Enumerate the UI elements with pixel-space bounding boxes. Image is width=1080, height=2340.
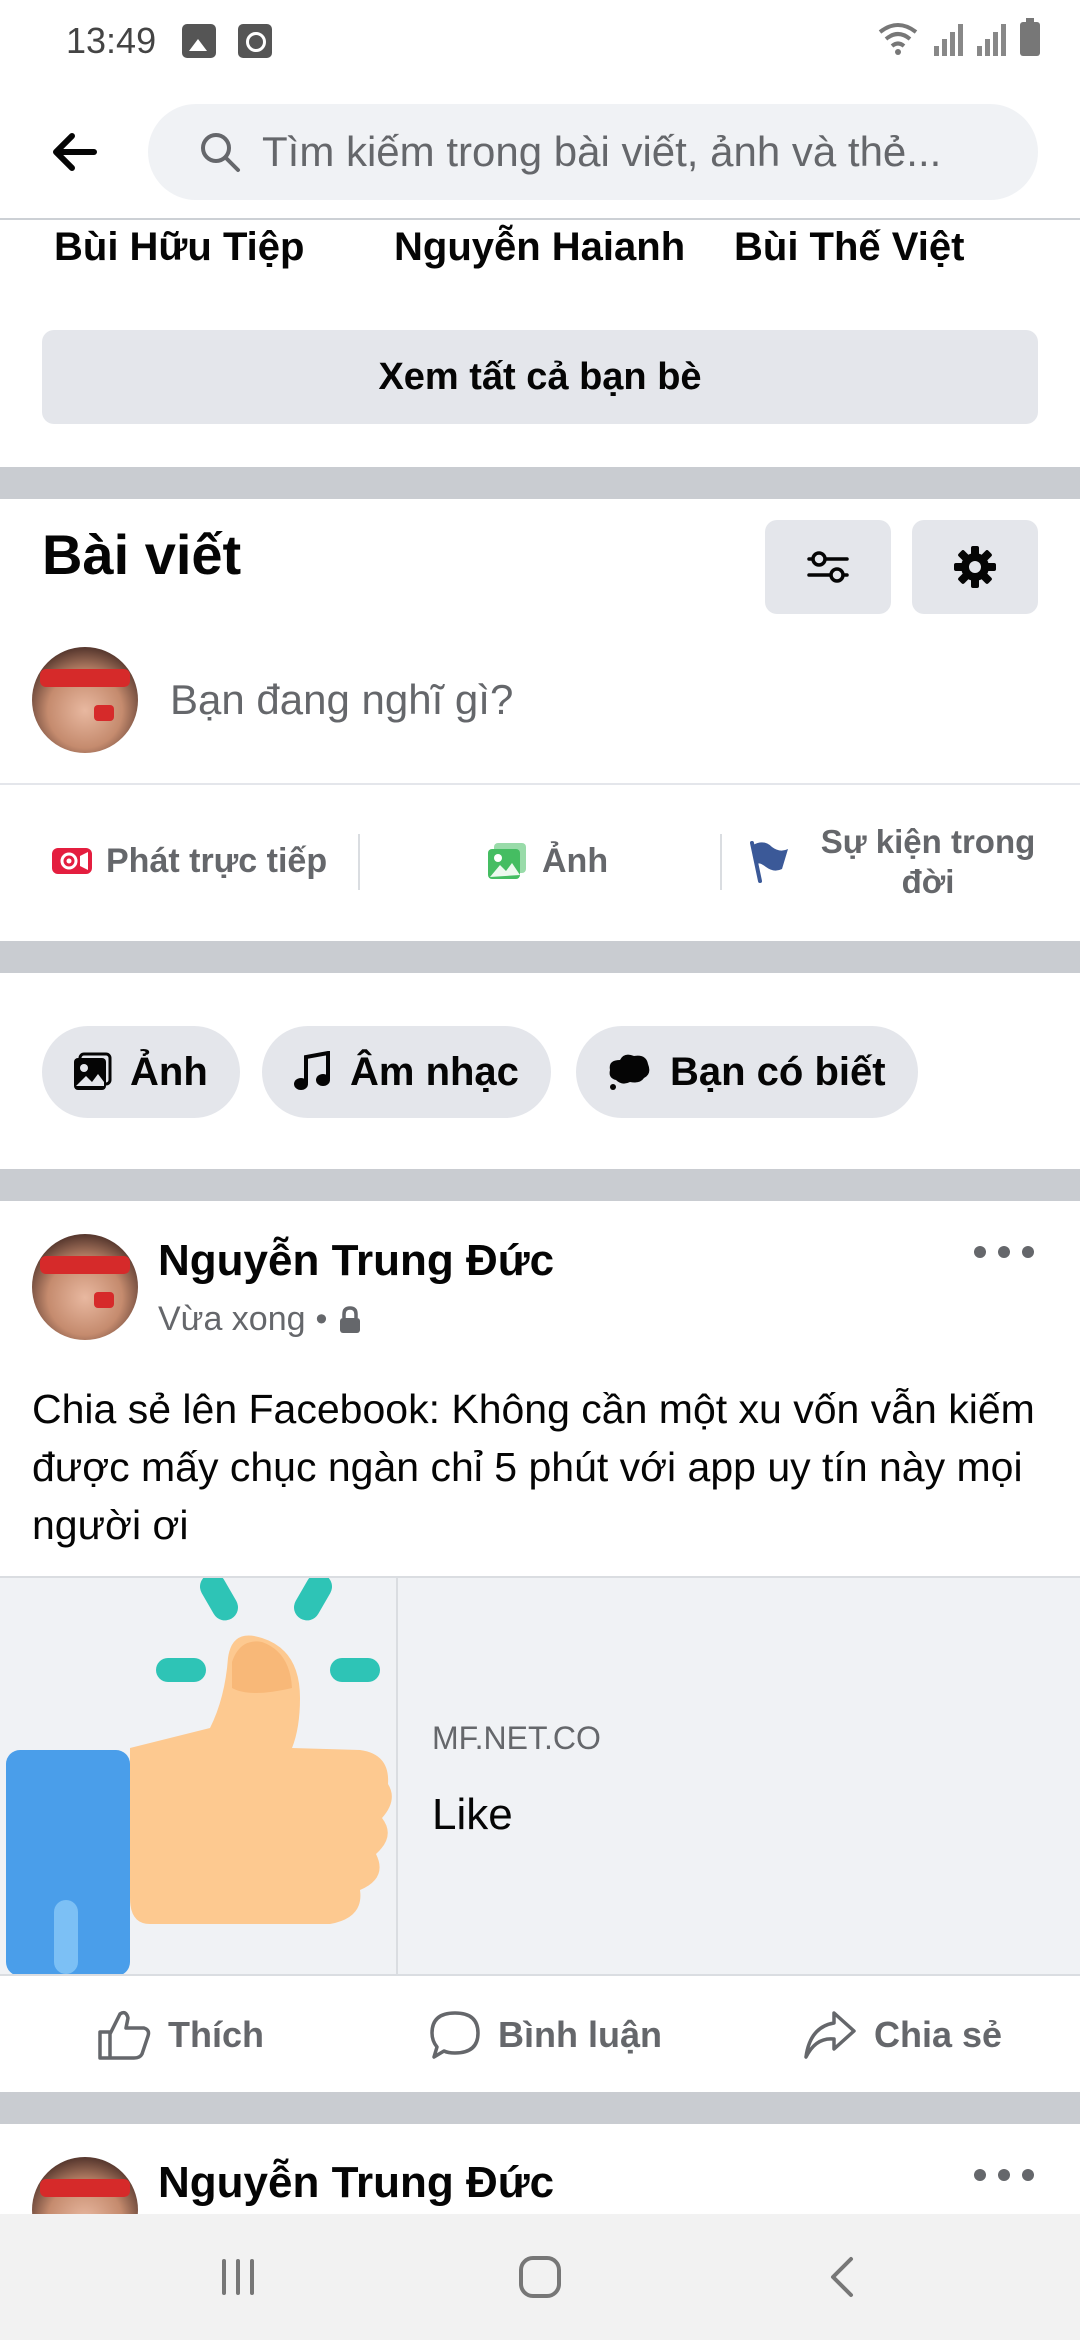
home-button[interactable] [500,2242,580,2312]
search-box[interactable] [148,104,1038,200]
chip-did-you-know[interactable]: Bạn có biết [576,1026,918,1118]
life-event-button[interactable]: Sự kiện trong đời [746,820,1046,904]
search-icon [201,133,240,172]
share-arrow-icon [804,2011,856,2059]
photos-icon [74,1052,112,1090]
search-header [0,84,1080,220]
comment-label: Bình luận [498,2014,662,2055]
live-video-button[interactable]: Phát trực tiếp [50,816,327,906]
like-label: Thích [168,2014,264,2055]
live-video-label: Phát trực tiếp [106,841,328,880]
post-more-button[interactable] [974,1237,1034,1267]
filter-button[interactable] [765,520,891,614]
post-text: Chia sẻ lên Facebook: Không cần một xu v… [32,1386,1035,1548]
friend-name[interactable]: Nguyễn Haianh [394,225,685,270]
section-divider [0,467,1080,499]
filter-sliders-icon [807,551,849,583]
thumbs-up-icon [98,2010,151,2060]
photo-button[interactable]: Ảnh [486,816,608,906]
system-navigation-bar [0,2214,1080,2340]
section-divider [0,941,1080,973]
battery-icon [1020,18,1040,56]
gear-icon [954,546,996,588]
music-note-icon [294,1051,330,1090]
post-author-name[interactable]: Nguyễn Trung Đức [158,1236,554,1286]
like-button[interactable]: Thích [96,2000,264,2070]
clock-notification-icon [238,24,272,58]
signal-strength-icon-2 [977,22,1006,56]
see-all-friends-button[interactable]: Xem tất cả bạn bè [42,330,1038,424]
status-bar: 13:49 [0,0,1080,84]
posts-section-title: Bài viết [42,523,242,586]
share-button[interactable]: Chia sẻ [802,2000,1002,2070]
chip-music[interactable]: Âm nhạc [262,1026,551,1118]
life-event-label: Sự kiện trong đời [820,823,1036,900]
post-author-avatar[interactable] [32,1234,138,1340]
video-camera-icon [52,848,92,874]
flag-icon [750,841,788,883]
comment-button[interactable]: Bình luận [428,2000,662,2070]
back-nav-button[interactable] [802,2242,882,2312]
status-system-icons [876,18,1040,56]
chevron-left-icon [831,2257,853,2297]
section-divider [0,1169,1080,1201]
post-author-name[interactable]: Nguyễn Trung Đức [158,2158,554,2208]
home-icon [519,2256,561,2298]
wifi-icon [878,23,918,55]
recent-apps-icon [222,2259,254,2295]
chip-photos-label: Ảnh [130,1049,208,1094]
chip-did-you-know-label: Bạn có biết [670,1049,886,1094]
link-preview-image [0,1578,398,1974]
avatar[interactable] [32,647,138,753]
thought-bubble-icon [609,1054,650,1090]
thumbs-up-illustration-icon [6,1578,392,1974]
status-notification-icons [182,24,272,58]
friend-name[interactable]: Bùi Hữu Tiệp [54,225,304,270]
post-time[interactable]: Vừa xong [158,1300,306,1339]
action-divider [358,834,360,890]
action-divider [720,834,722,890]
share-label: Chia sẻ [874,2014,1003,2055]
status-time: 13:49 [66,20,157,61]
separator-line [0,783,1080,785]
friend-name[interactable]: Bùi Thế Việt [734,225,964,270]
link-title: Like [432,1790,513,1839]
gallery-notification-icon [182,24,216,58]
section-divider [0,2092,1080,2124]
link-preview[interactable]: MF.NET.CO Like [0,1576,1080,1976]
settings-button[interactable] [912,520,1038,614]
recent-apps-button[interactable] [198,2242,278,2312]
back-arrow-icon [53,133,97,171]
search-input[interactable] [262,128,1002,176]
post-meta: Vừa xong • [158,1300,363,1339]
photo-icon [488,843,526,879]
meta-separator: • [315,1300,328,1338]
post-more-button[interactable] [974,2160,1034,2190]
link-domain: MF.NET.CO [432,1720,601,1756]
chip-photos[interactable]: Ảnh [42,1026,240,1118]
comment-icon [430,2011,480,2059]
lock-icon [340,1305,361,1333]
back-button[interactable] [44,122,104,182]
composer-input[interactable]: Bạn đang nghĩ gì? [170,676,513,724]
chip-music-label: Âm nhạc [350,1049,519,1094]
signal-strength-icon [934,22,963,56]
photo-label: Ảnh [542,841,609,880]
